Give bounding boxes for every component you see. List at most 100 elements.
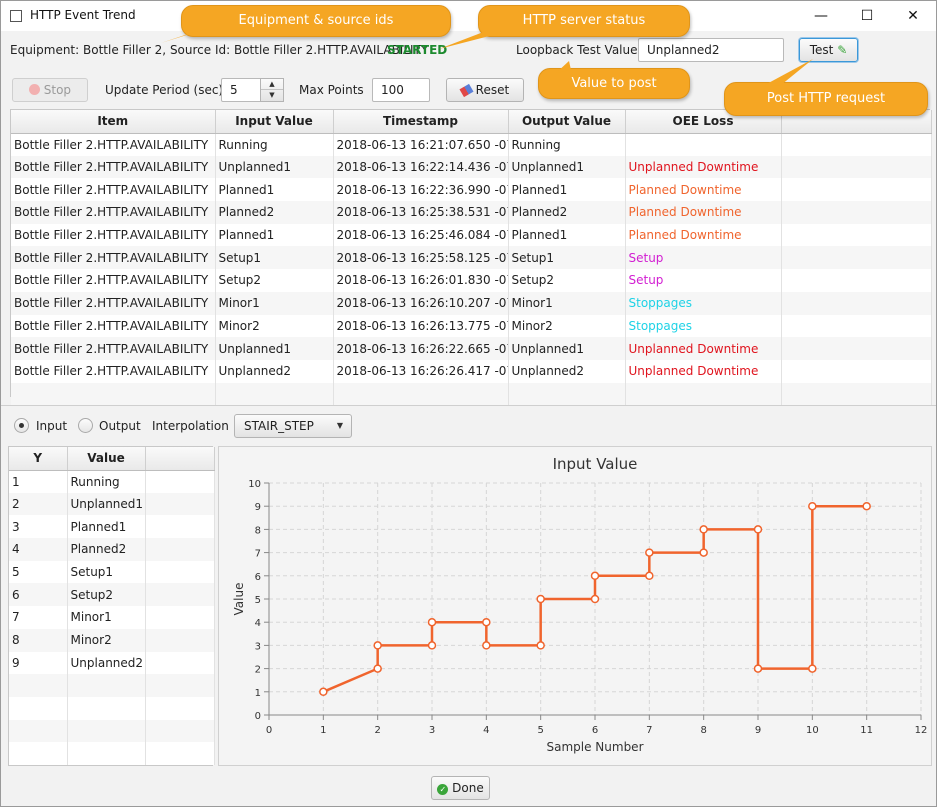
y-tick-label: 3 — [255, 641, 261, 652]
list-item[interactable]: 2 Unplanned1 — [9, 492, 215, 516]
cell-timestamp: 2018-06-13 16:26:01.830 -07:00 — [333, 269, 509, 292]
cell-output-value: Setup2 — [508, 269, 626, 292]
list-item[interactable]: 3 Planned1 — [9, 515, 215, 539]
data-point — [590, 594, 600, 604]
callout-pointers — [161, 29, 813, 87]
cell-filler — [781, 155, 932, 179]
data-point — [645, 548, 654, 557]
chart-svg: 0123456789100 1 2 3 4 5 6 7 8 9 10 11 12Input ValueS… — [232, 455, 928, 754]
list-item-empty — [9, 719, 215, 743]
data-point — [482, 617, 491, 627]
cell-filler — [781, 133, 932, 156]
cell-item: Bottle Filler 2.HTTP.AVAILABILITY — [11, 223, 216, 247]
y-tick-label: 0 — [255, 711, 261, 722]
column-header-value[interactable]: Value — [67, 447, 146, 471]
cell-value: Running — [67, 470, 146, 493]
list-item[interactable]: 6 Setup2 — [9, 583, 215, 607]
x-tick-label: 10 — [806, 725, 819, 736]
cell-value: Setup2 — [67, 583, 146, 607]
table-row[interactable]: Bottle Filler 2.HTTP.AVAILABILITY Setup1… — [11, 246, 932, 270]
data-point — [427, 641, 437, 650]
cell-input-value: Unplanned2 — [215, 359, 334, 383]
data-point — [482, 641, 491, 650]
cell-y: 4 — [9, 538, 68, 561]
x-tick-label: 6 — [592, 725, 598, 736]
table-row[interactable]: Bottle Filler 2.HTTP.AVAILABILITY Unplan… — [11, 337, 932, 360]
data-point — [319, 687, 328, 697]
cell-timestamp: 2018-06-13 16:25:38.531 -07:00 — [333, 201, 509, 224]
cell-input-value: Setup2 — [215, 269, 334, 292]
x-tick-label: 5 — [537, 725, 543, 736]
list-item[interactable]: 9 Unplanned2 — [9, 651, 215, 675]
cell-item: Bottle Filler 2.HTTP.AVAILABILITY — [11, 201, 216, 224]
cell-y: 7 — [9, 606, 68, 629]
cell-value: Setup1 — [67, 560, 146, 584]
table-row[interactable]: Bottle Filler 2.HTTP.AVAILABILITY Runnin… — [11, 133, 932, 156]
cell-value: Unplanned1 — [67, 492, 146, 516]
y-axis-label: Value — [232, 583, 246, 616]
list-item[interactable]: 8 Minor2 — [9, 628, 215, 652]
done-button[interactable]: ✓ Done — [431, 776, 490, 800]
y-table-body: 1 Running 2 Unplanned1 3 Planned1 4 Planned2… — [9, 470, 215, 765]
dropdown-arrow-icon: ▼ — [336, 421, 343, 430]
y-tick-label: 6 — [255, 572, 261, 583]
column-header-filler — [145, 447, 215, 471]
table-row[interactable]: Bottle Filler 2.HTTP.AVAILABILITY Planne… — [11, 201, 932, 224]
y-tick-label: 8 — [255, 525, 261, 536]
column-header-y[interactable]: Y — [9, 447, 68, 471]
cell-item: Bottle Filler 2.HTTP.AVAILABILITY — [11, 359, 216, 383]
output-radio[interactable] — [78, 418, 93, 433]
cell-oee-loss: Setup — [625, 246, 782, 270]
interpolation-select[interactable]: STAIR_STEP ▼ — [234, 414, 352, 438]
callout-pointer-status — [439, 31, 501, 49]
x-tick-label: 9 — [755, 725, 761, 736]
table-row[interactable]: Bottle Filler 2.HTTP.AVAILABILITY Planne… — [11, 223, 932, 247]
cell-oee-loss: Stoppages — [625, 291, 782, 315]
table-row[interactable]: Bottle Filler 2.HTTP.AVAILABILITY Planne… — [11, 178, 932, 202]
y-tick-label: 1 — [255, 688, 261, 699]
cell-item: Bottle Filler 2.HTTP.AVAILABILITY — [11, 314, 216, 338]
done-button-label: Done — [452, 781, 484, 795]
data-point — [753, 664, 763, 673]
table-row[interactable]: Bottle Filler 2.HTTP.AVAILABILITY Unplan… — [11, 359, 932, 383]
cell-input-value: Planned1 — [215, 223, 334, 247]
cell-oee-loss: Stoppages — [625, 314, 782, 338]
cell-input-value: Minor1 — [215, 291, 334, 315]
cell-input-value: Running — [215, 133, 334, 156]
table-row[interactable]: Bottle Filler 2.HTTP.AVAILABILITY Setup2… — [11, 269, 932, 292]
check-circle-icon: ✓ — [437, 784, 449, 795]
y-value-table: Y Value 1 Running 2 Unplanned1 3 Planned1 4… — [8, 446, 215, 766]
cell-y: 5 — [9, 560, 68, 584]
y-value-table-grid: Y Value 1 Running 2 Unplanned1 3 Planned1 4… — [9, 447, 215, 765]
y-tick-label: 9 — [255, 502, 261, 513]
cell-oee-loss: Setup — [625, 269, 782, 292]
cell-output-value: Minor2 — [508, 314, 626, 338]
cell-item: Bottle Filler 2.HTTP.AVAILABILITY — [11, 246, 216, 270]
cell-output-value: Running — [508, 133, 626, 156]
list-item[interactable]: 1 Running — [9, 470, 215, 493]
x-tick-label: 12 — [915, 725, 928, 736]
cell-output-value: Planned1 — [508, 223, 626, 247]
list-item[interactable]: 7 Minor1 — [9, 606, 215, 629]
cell-oee-loss: Planned Downtime — [625, 223, 782, 247]
list-item-empty — [9, 696, 215, 720]
cell-timestamp: 2018-06-13 16:22:36.990 -07:00 — [333, 178, 509, 202]
cell-oee-loss: Unplanned Downtime — [625, 155, 782, 179]
table-row[interactable]: Bottle Filler 2.HTTP.AVAILABILITY Unplan… — [11, 155, 932, 179]
table-row[interactable]: Bottle Filler 2.HTTP.AVAILABILITY Minor2… — [11, 314, 932, 338]
table-row[interactable]: Bottle Filler 2.HTTP.AVAILABILITY Minor1… — [11, 291, 932, 315]
split-divider[interactable] — [1, 405, 936, 406]
cell-item: Bottle Filler 2.HTTP.AVAILABILITY — [11, 155, 216, 179]
cell-input-value: Setup1 — [215, 246, 334, 270]
list-item-empty — [9, 674, 215, 697]
cell-filler — [781, 291, 932, 315]
y-tick-label: 5 — [255, 595, 261, 606]
cell-filler — [781, 223, 932, 247]
list-item[interactable]: 4 Planned2 — [9, 538, 215, 561]
cell-filler — [781, 359, 932, 383]
input-radio[interactable] — [14, 418, 29, 433]
cell-filler — [781, 269, 932, 292]
cell-output-value: Unplanned1 — [508, 337, 626, 360]
list-item[interactable]: 5 Setup1 — [9, 560, 215, 584]
cell-filler — [781, 314, 932, 338]
